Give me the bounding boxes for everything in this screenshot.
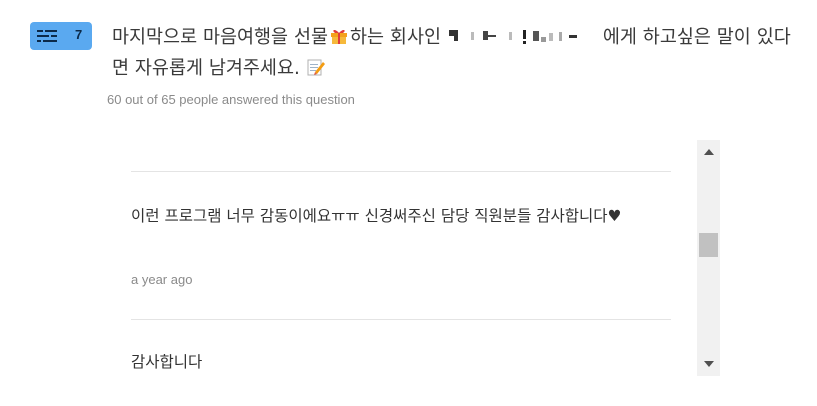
answer-divider <box>131 319 671 320</box>
question-text-part-1: 마지막으로 마음여행을 선물 <box>112 27 329 48</box>
question-number: 7 <box>75 27 83 42</box>
text-lines-icon <box>37 30 57 42</box>
scroll-up-button[interactable] <box>697 140 720 164</box>
answer-divider <box>131 171 671 172</box>
gift-emoji-icon <box>331 29 348 44</box>
redacted-company-name <box>448 30 577 44</box>
answer-timestamp: a year ago <box>131 272 193 287</box>
scroll-down-button[interactable] <box>697 352 720 376</box>
arrow-down-icon <box>703 361 714 367</box>
question-badge: 7 <box>30 22 92 50</box>
answer-text: 감사합니다 <box>131 353 203 371</box>
question-text-part-2: 하는 회사인 <box>350 27 441 48</box>
answers-scrollbar[interactable] <box>697 140 720 376</box>
answered-count: 60 out of 65 people answered this questi… <box>107 92 355 107</box>
answers-list[interactable]: 이런 프로그램 너무 감동이에요ㅠㅠ 신경써주신 담당 직원분들 감사합니다♥ … <box>106 140 697 376</box>
answer-text: 이런 프로그램 너무 감동이에요ㅠㅠ 신경써주신 담당 직원분들 감사합니다♥ <box>131 207 622 225</box>
memo-pencil-emoji-icon <box>307 59 325 76</box>
scroll-thumb[interactable] <box>699 233 718 257</box>
arrow-up-icon <box>703 149 714 155</box>
question-title: 마지막으로 마음여행을 선물 하는 회사인 에게 하고싶은 말이 있다면 자유롭게… <box>112 22 802 84</box>
